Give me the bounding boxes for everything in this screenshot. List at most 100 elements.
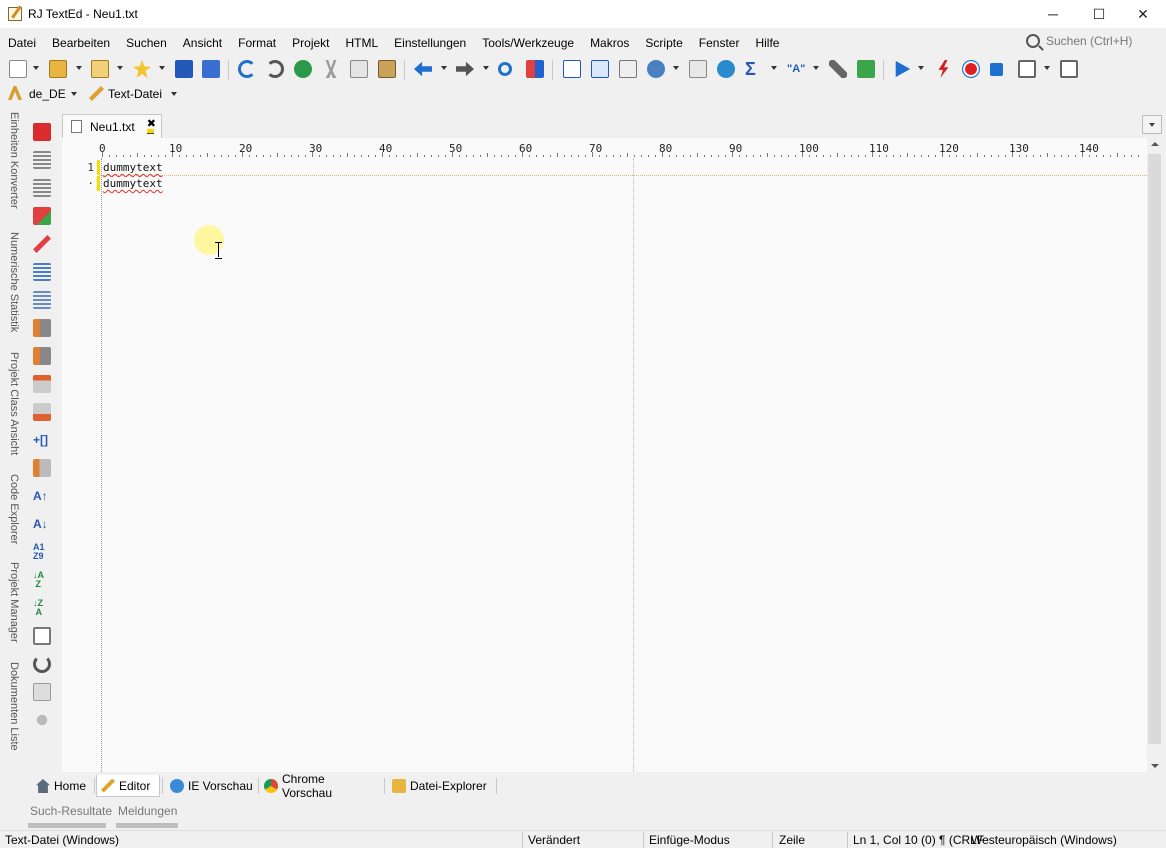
forward-arrow-icon[interactable] — [456, 61, 474, 77]
save-all-icon[interactable] — [202, 60, 220, 78]
web-icon[interactable] — [717, 60, 735, 78]
tab-list-dropdown-button[interactable] — [1142, 115, 1162, 134]
tools-icon[interactable] — [829, 60, 847, 78]
comment-remove-icon[interactable] — [33, 235, 51, 253]
quote-dropdown-icon[interactable] — [813, 66, 819, 70]
tab-home[interactable]: Home — [32, 775, 92, 797]
settings-gears-icon[interactable] — [33, 711, 51, 729]
run-macro-icon[interactable] — [895, 60, 911, 78]
paste-icon[interactable] — [378, 60, 396, 78]
revert-icon[interactable] — [294, 60, 312, 78]
project-dropdown-icon[interactable] — [117, 66, 123, 70]
filetype-dropdown-icon[interactable] — [171, 92, 177, 96]
tab-ie-vorschau[interactable]: IE Vorschau — [166, 775, 256, 797]
side-tab-code-explorer[interactable]: Code Explorer — [2, 474, 20, 544]
sum-icon[interactable]: Σ — [745, 60, 763, 78]
side-tab-numerische-statistik[interactable]: Numerische Statistik — [2, 232, 20, 332]
preview-dropdown-icon[interactable] — [673, 66, 679, 70]
menu-scripte[interactable]: Scripte — [637, 32, 690, 54]
lowercase-icon[interactable]: A↓ — [33, 515, 51, 533]
back-arrow-icon[interactable] — [414, 61, 432, 77]
document-gray-icon[interactable] — [33, 683, 51, 701]
chrome-preview-icon[interactable] — [689, 60, 707, 78]
tab-chrome-vorschau[interactable]: Chrome Vorschau — [260, 772, 378, 800]
new-file-dropdown-icon[interactable] — [33, 66, 39, 70]
uppercase-icon[interactable]: A↑ — [33, 487, 51, 505]
record-macro-icon[interactable] — [962, 60, 980, 78]
wrap-icon[interactable] — [33, 375, 51, 393]
outdent-icon[interactable] — [33, 179, 51, 197]
move-line-down-icon[interactable] — [33, 347, 51, 365]
open-dropdown-icon[interactable] — [76, 66, 82, 70]
sort-numeric-icon[interactable]: A1 Z9 — [33, 543, 51, 561]
menu-format[interactable]: Format — [230, 32, 284, 54]
insert-line-icon[interactable] — [33, 263, 51, 281]
tab-editor[interactable]: Editor — [96, 775, 160, 797]
undo-icon[interactable] — [238, 60, 256, 78]
spellcheck-icon[interactable] — [8, 86, 22, 100]
layout-grid-icon[interactable] — [1018, 60, 1036, 78]
run-dropdown-icon[interactable] — [918, 66, 924, 70]
calendar-check-icon[interactable] — [33, 627, 51, 645]
vertical-scrollbar[interactable] — [1147, 138, 1162, 772]
menu-ansicht[interactable]: Ansicht — [175, 32, 230, 54]
tab-datei-explorer[interactable]: Datei-Explorer — [388, 775, 494, 797]
tab-meldungen[interactable]: Meldungen — [118, 804, 177, 818]
side-tab-einheiten-konverter[interactable]: Einheiten Konverter — [2, 112, 20, 209]
scroll-up-icon[interactable] — [1151, 142, 1159, 146]
menu-hilfe[interactable]: Hilfe — [747, 32, 787, 54]
back-dropdown-icon[interactable] — [441, 66, 447, 70]
code-line[interactable]: dummytext — [103, 177, 163, 190]
menu-projekt[interactable]: Projekt — [284, 32, 337, 54]
menu-bearbeiten[interactable]: Bearbeiten — [44, 32, 118, 54]
comment-add-icon[interactable] — [33, 207, 51, 225]
filetype-selector[interactable]: Text-Datei — [108, 87, 162, 101]
tab-such-resultate[interactable]: Such-Resultate — [30, 804, 112, 818]
close-document-icon[interactable] — [33, 123, 51, 141]
replace-icon[interactable] — [526, 60, 544, 78]
scrollbar-thumb[interactable] — [1148, 154, 1161, 744]
menu-einstellungen[interactable]: Einstellungen — [386, 32, 474, 54]
side-tab-projekt-manager[interactable]: Projekt Manager — [2, 562, 20, 643]
save-icon[interactable] — [175, 60, 193, 78]
sort-ascending-icon[interactable]: ↓A Z — [33, 571, 51, 589]
browser-preview-icon[interactable] — [647, 60, 665, 78]
side-tab-projekt-class-ansicht[interactable]: Projekt Class Ansicht — [2, 352, 20, 455]
menu-html[interactable]: HTML — [338, 32, 387, 54]
indent-icon[interactable] — [33, 151, 51, 169]
sum-dropdown-icon[interactable] — [771, 66, 777, 70]
language-dropdown-icon[interactable] — [71, 92, 77, 96]
menu-fenster[interactable]: Fenster — [691, 32, 748, 54]
sort-descending-icon[interactable]: ↓Z A — [33, 599, 51, 617]
search-box[interactable]: Suchen (Ctrl+H) — [1026, 30, 1162, 52]
column-icon[interactable] — [591, 60, 609, 78]
minimize-button[interactable]: ─ — [1030, 0, 1076, 28]
maximize-button[interactable]: ☐ — [1076, 0, 1122, 28]
flash-icon[interactable] — [938, 60, 949, 78]
cut-icon[interactable] — [325, 60, 337, 78]
list-icon[interactable] — [33, 291, 51, 309]
editor-area[interactable]: 0 10 20 30 40 50 60 70 80 90 100 110 120 130 140 1 dum… — [62, 138, 1147, 772]
menu-suchen[interactable]: Suchen — [118, 32, 175, 54]
stop-macro-icon[interactable] — [990, 63, 1003, 76]
favorites-star-icon[interactable] — [133, 60, 151, 78]
redo-icon[interactable] — [266, 60, 284, 78]
unwrap-icon[interactable] — [33, 403, 51, 421]
favorites-dropdown-icon[interactable] — [159, 66, 165, 70]
side-tab-dokumenten-liste[interactable]: Dokumenten Liste — [2, 662, 20, 751]
open-folder-icon[interactable] — [49, 60, 67, 78]
sort-bar-icon[interactable] — [33, 459, 51, 477]
template-icon[interactable] — [619, 60, 637, 78]
scroll-down-icon[interactable] — [1151, 764, 1159, 768]
panel-toggle-icon[interactable] — [1060, 60, 1078, 78]
quote-text-icon[interactable]: "A" — [787, 60, 805, 78]
plugin-icon[interactable] — [857, 60, 875, 78]
menu-tools[interactable]: Tools/Werkzeuge — [474, 32, 582, 54]
tab-neu1-txt[interactable]: Neu1.txt ✖ — [62, 114, 162, 138]
close-button[interactable]: ✕ — [1120, 0, 1166, 28]
forward-dropdown-icon[interactable] — [483, 66, 489, 70]
move-line-up-icon[interactable] — [33, 319, 51, 337]
refresh-icon[interactable] — [33, 655, 51, 673]
menu-datei[interactable]: Datei — [0, 32, 44, 54]
document-info-icon[interactable] — [563, 60, 581, 78]
